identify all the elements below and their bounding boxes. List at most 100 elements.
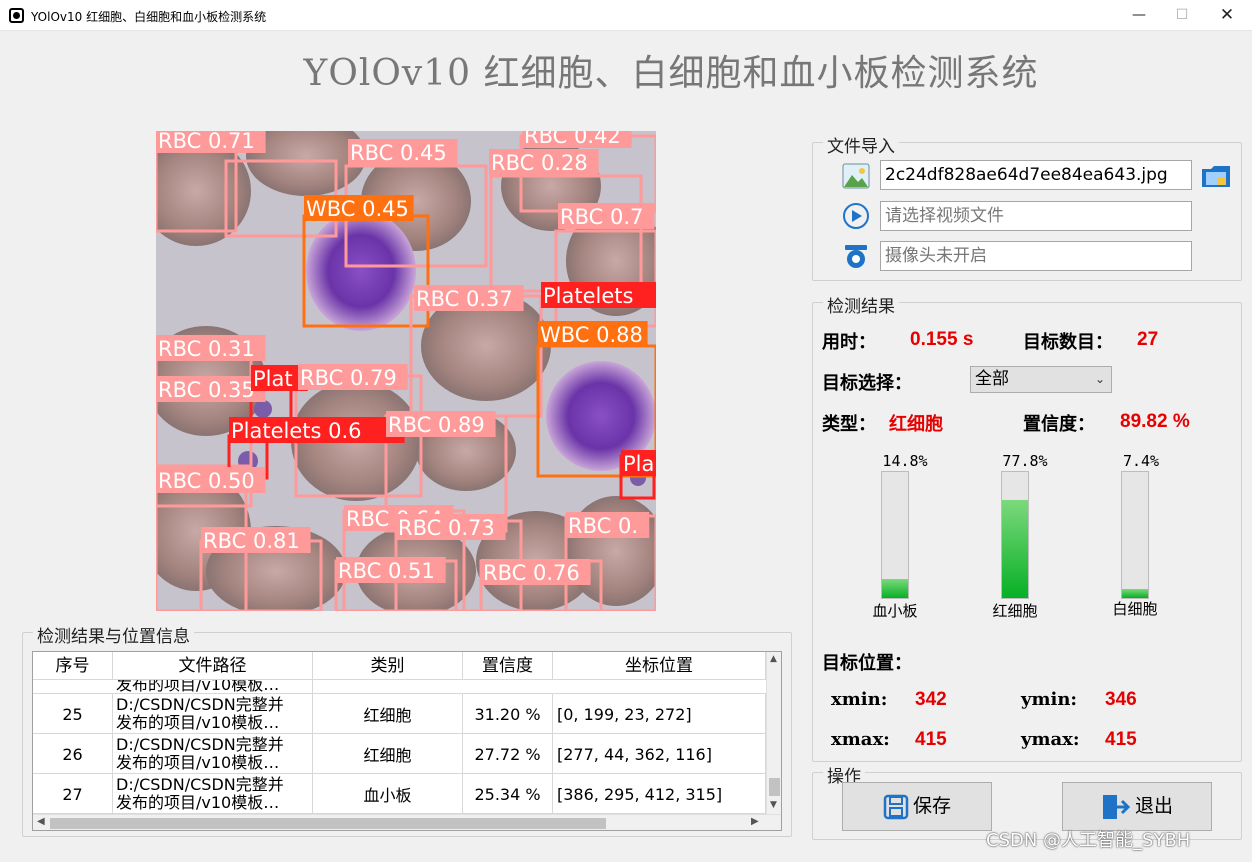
table-cell-class: 血小板 — [313, 774, 463, 814]
path-line-2: 发布的项目/v10模板… — [116, 753, 280, 772]
table-header: 序号 文件路径 类别 置信度 坐标位置 — [33, 652, 766, 680]
col-header-confidence[interactable]: 置信度 — [463, 652, 553, 680]
file-import-title: 文件导入 — [823, 132, 899, 157]
table-cell-path: D:/CSDN/CSDN完整并 发布的项目/v10模板… — [113, 774, 313, 814]
rbc-progress-fill — [1002, 499, 1028, 598]
table-group-title: 检测结果与位置信息 — [33, 622, 194, 647]
camera-placeholder: 摄像头未开启 — [885, 246, 987, 266]
exit-icon — [1102, 794, 1131, 819]
detection-label: RBC 0.79 — [300, 366, 397, 390]
image-file-field[interactable]: 2c24df828ae64d7ee84ea643.jpg — [880, 160, 1192, 190]
detection-label: RBC 0.89 — [388, 413, 485, 437]
detection-label: RBC 0.45 — [350, 141, 447, 165]
target-count-value: 27 — [1137, 329, 1159, 350]
watermark: CSDN @人工智能_SYBH — [986, 830, 1191, 851]
table-row[interactable]: 26 D:/CSDN/CSDN完整并 发布的项目/v10模板… 红细胞 27.72 %[… — [33, 734, 766, 774]
table-cell-confidence: 27.72 % — [463, 734, 553, 774]
confidence-label: 置信度： — [1023, 414, 1095, 435]
detection-label: RBC 0.31 — [158, 337, 255, 361]
save-button[interactable]: 保存 — [842, 782, 992, 831]
scroll-down-icon[interactable]: ▼ — [770, 800, 777, 810]
platelet-progress-bar — [881, 471, 909, 599]
detection-label: RBC 0.71 — [158, 131, 255, 153]
detection-label: RBC 0.81 — [203, 529, 300, 553]
detection-label: RBC 0.73 — [398, 516, 495, 540]
detection-label: RBC 0.28 — [491, 151, 588, 175]
app-icon — [9, 8, 24, 23]
rbc-percent: 77.8% — [1002, 452, 1048, 470]
col-header-class[interactable]: 类别 — [313, 652, 463, 680]
detection-label: RBC 0.37 — [416, 287, 513, 311]
detection-label: WBC 0.88 — [540, 323, 643, 347]
table-cell-path: 发布的项目/v10模板… — [113, 680, 313, 693]
scroll-left-icon[interactable]: ◀ — [37, 816, 45, 827]
col-header-path[interactable]: 文件路径 — [113, 652, 313, 680]
detection-label: WBC 0.45 — [306, 197, 409, 221]
detection-label: Plat — [253, 367, 293, 391]
platelet-progress-fill — [882, 579, 908, 598]
table-cell-class: 红细胞 — [313, 734, 463, 774]
image-file-icon[interactable] — [842, 163, 870, 189]
vertical-scroll-thumb[interactable] — [769, 778, 780, 796]
detection-label: Pla — [623, 452, 654, 476]
target-select[interactable]: 全部 ⌄ — [970, 366, 1112, 393]
wbc-progress-bar — [1121, 471, 1149, 599]
detection-results-title: 检测结果 — [823, 292, 899, 317]
detection-label: RBC 0.76 — [483, 561, 580, 585]
scroll-right-icon[interactable]: ▶ — [751, 816, 759, 827]
target-select-label: 目标选择： — [822, 373, 912, 394]
wbc-percent: 7.4% — [1122, 452, 1160, 470]
table-cell-coords: [277, 44, 362, 116] — [553, 734, 766, 774]
title-bar: YOlOv10 红细胞、白细胞和血小板检测系统 — ☐ ✕ — [0, 0, 1252, 31]
detection-image-canvas: RBC 0.71 RBC 0.45 RBC 0.42 RBC 0.28 RBC 0.7 W… — [156, 131, 656, 611]
table-cell-coords: [386, 295, 412, 315] — [553, 774, 766, 814]
xmax-label: xmax: — [831, 729, 890, 750]
ymin-value: 346 — [1105, 689, 1137, 710]
camera-field[interactable]: 摄像头未开启 — [880, 241, 1192, 271]
table-row[interactable]: 27 D:/CSDN/CSDN完整并 发布的项目/v10模板… 血小板 25.34 %[… — [33, 774, 766, 814]
confidence-value: 89.82 % — [1120, 411, 1190, 432]
col-header-coords[interactable]: 坐标位置 — [553, 652, 766, 680]
vertical-scrollbar[interactable]: ▲ ▼ — [766, 652, 781, 814]
detection-label: RBC 0.42 — [524, 131, 621, 148]
ymax-label: ymax: — [1021, 729, 1080, 750]
target-select-value: 全部 — [975, 369, 1009, 389]
table-row-partial[interactable]: 发布的项目/v10模板… — [33, 680, 766, 694]
video-file-field[interactable]: 请选择视频文件 — [880, 201, 1192, 231]
table-cell-class: 红细胞 — [313, 694, 463, 734]
detection-label: RBC 0.7 — [560, 205, 643, 229]
table-cell-path: D:/CSDN/CSDN完整并 发布的项目/v10模板… — [113, 694, 313, 734]
table-cell-index: 26 — [33, 734, 113, 774]
xmin-label: xmin: — [831, 689, 888, 710]
path-line-2: 发布的项目/v10模板… — [116, 713, 280, 732]
scroll-up-icon[interactable]: ▲ — [770, 654, 777, 664]
results-table[interactable]: 发布的项目/v10模板… 25 D:/CSDN/CSDN完整并 发布的项目/v10模… — [32, 651, 782, 831]
table-cell-index: 27 — [33, 774, 113, 814]
folder-open-icon[interactable] — [1201, 163, 1231, 189]
time-value: 0.155 s — [910, 329, 974, 350]
table-row[interactable]: 25 D:/CSDN/CSDN完整并 发布的项目/v10模板… 红细胞 31.20 %[… — [33, 694, 766, 734]
minimize-button[interactable]: — — [1116, 0, 1162, 31]
type-label: 类型： — [822, 414, 876, 435]
video-play-icon[interactable] — [842, 202, 870, 230]
path-line-1: D:/CSDN/CSDN完整并 — [116, 775, 284, 794]
save-button-label: 保存 — [912, 795, 951, 817]
table-cell-path: D:/CSDN/CSDN完整并 发布的项目/v10模板… — [113, 734, 313, 774]
table-cell-confidence: 25.34 % — [463, 774, 553, 814]
detection-label: RBC 0.51 — [338, 559, 435, 583]
table-cell-confidence: 31.20 % — [463, 694, 553, 734]
video-file-placeholder: 请选择视频文件 — [885, 206, 1004, 226]
maximize-button[interactable]: ☐ — [1159, 0, 1205, 31]
table-cell-coords: [0, 199, 23, 272] — [553, 694, 766, 734]
horizontal-scrollbar[interactable]: ◀ ▶ — [33, 814, 781, 830]
image-file-value: 2c24df828ae64d7ee84ea643.jpg — [885, 165, 1168, 185]
horizontal-scroll-thumb[interactable] — [50, 818, 606, 829]
window-title: YOlOv10 红细胞、白细胞和血小板检测系统 — [31, 10, 267, 24]
wbc-label: 白细胞 — [1112, 600, 1158, 618]
col-header-index[interactable]: 序号 — [33, 652, 113, 680]
close-button[interactable]: ✕ — [1204, 0, 1250, 31]
camera-icon[interactable] — [842, 242, 870, 270]
detection-label: Platelets 0.6 — [231, 419, 362, 443]
time-label: 用时： — [822, 332, 876, 353]
exit-button[interactable]: 退出 — [1062, 782, 1212, 831]
